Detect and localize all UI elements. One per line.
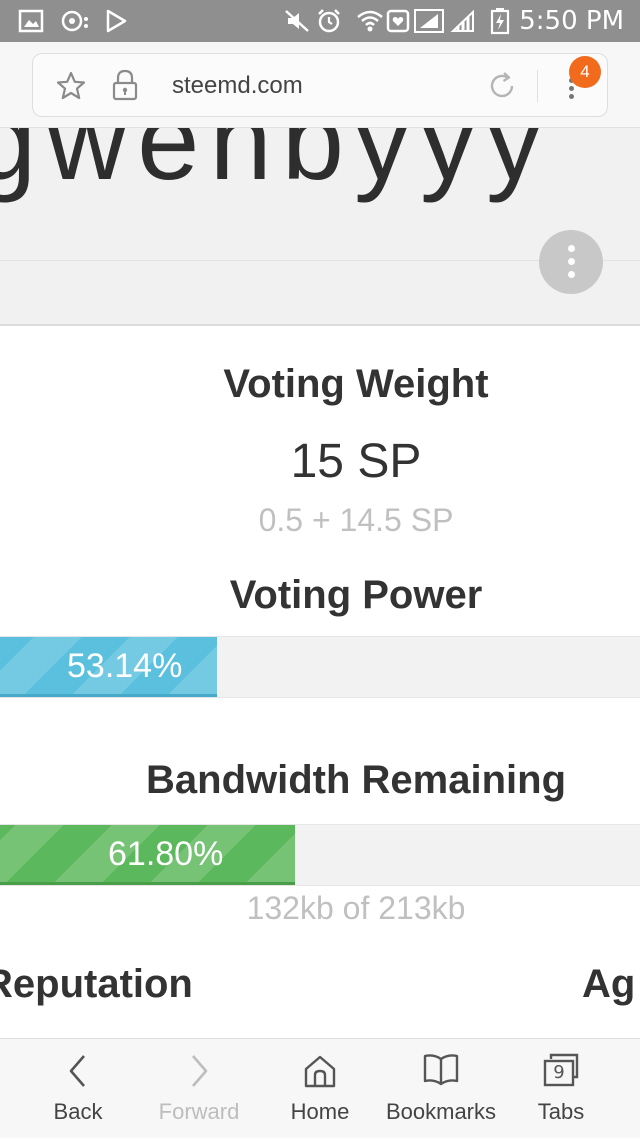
bandwidth-detail: 132kb of 213kb xyxy=(246,890,466,926)
lock-icon[interactable] xyxy=(110,68,140,107)
clock: 5:50 PM xyxy=(519,6,624,36)
home-icon xyxy=(302,1053,338,1094)
voting-power-title: Voting Power xyxy=(229,573,483,617)
wifi-icon xyxy=(356,8,384,34)
battery-charging-icon xyxy=(490,8,510,35)
heart-app-icon xyxy=(386,8,410,34)
bookmarks-button[interactable]: Bookmarks xyxy=(380,1039,502,1138)
address-bar[interactable]: steemd.com 4 xyxy=(32,53,608,117)
profile-username: gwenbyyy xyxy=(0,128,553,203)
url-text[interactable]: steemd.com xyxy=(172,72,303,100)
gallery-icon xyxy=(18,8,44,34)
tabs-label: Tabs xyxy=(537,1099,585,1124)
back-label: Back xyxy=(53,1099,103,1124)
signal-icon xyxy=(414,8,444,34)
notification-icon xyxy=(60,8,90,34)
signal-icon xyxy=(450,8,476,34)
home-button[interactable]: Home xyxy=(260,1039,380,1138)
voting-power-bar: 53.14% xyxy=(0,636,640,698)
back-arrow-icon xyxy=(66,1053,90,1094)
divider xyxy=(537,70,538,102)
home-label: Home xyxy=(290,1099,350,1124)
bookmarks-label: Bookmarks xyxy=(385,1099,497,1124)
more-options-button[interactable] xyxy=(539,230,603,294)
forward-arrow-icon xyxy=(187,1053,211,1094)
age-label: Ag xyxy=(582,962,636,1006)
reload-icon[interactable] xyxy=(485,69,519,108)
voting-power-label: 53.14% xyxy=(67,647,183,685)
status-bar: 5:50 PM xyxy=(0,0,640,42)
voting-weight-title: Voting Weight xyxy=(223,362,489,406)
forward-label: Forward xyxy=(158,1099,240,1124)
browser-toolbar: steemd.com 4 xyxy=(0,42,640,128)
mute-icon xyxy=(284,8,310,34)
bookmark-star-icon[interactable] xyxy=(55,70,87,107)
notification-badge[interactable]: 4 xyxy=(569,56,601,88)
forward-button[interactable]: Forward xyxy=(139,1039,259,1138)
bottom-navigation: Back Forward Home Bookmarks 9 Tabs xyxy=(0,1038,640,1138)
profile-header: gwenbyyy xyxy=(0,128,640,326)
voting-weight-breakdown: 0.5 + 14.5 SP xyxy=(258,502,454,538)
tabs-icon: 9 xyxy=(541,1053,581,1089)
bandwidth-label: 61.80% xyxy=(108,835,224,873)
bandwidth-bar: 61.80% xyxy=(0,824,640,886)
bookmarks-book-icon xyxy=(422,1053,460,1092)
bandwidth-title: Bandwidth Remaining xyxy=(146,758,566,802)
alarm-icon xyxy=(316,8,342,34)
back-button[interactable]: Back xyxy=(18,1039,138,1138)
play-store-icon xyxy=(104,8,128,34)
tabs-button[interactable]: 9 Tabs xyxy=(501,1039,621,1138)
reputation-label: Reputation xyxy=(0,962,193,1006)
voting-weight-value: 15 SP xyxy=(290,435,422,488)
tabs-count: 9 xyxy=(553,1062,565,1083)
